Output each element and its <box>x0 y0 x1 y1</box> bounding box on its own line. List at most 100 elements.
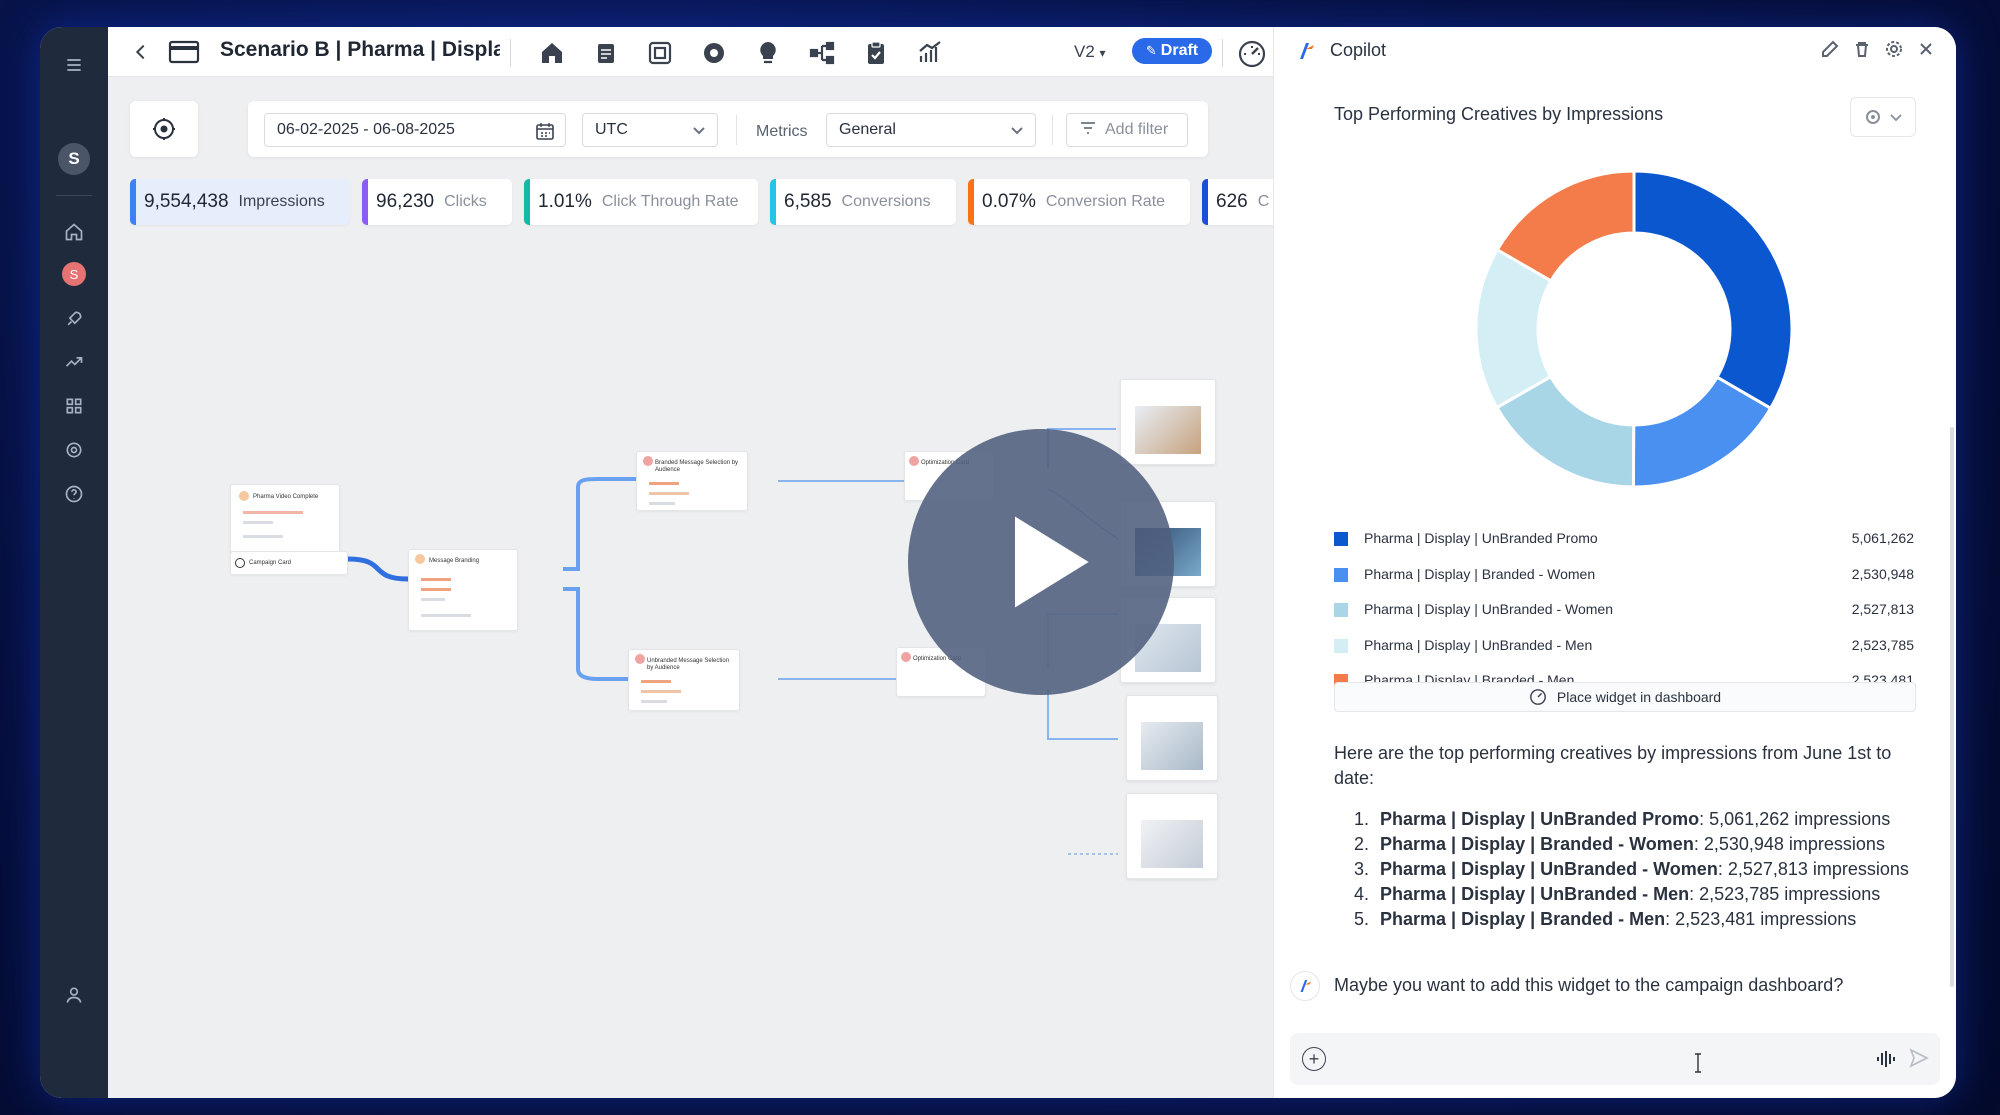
chart-tool-icon[interactable] <box>916 39 944 67</box>
node-row <box>421 598 445 601</box>
creative-image <box>1141 820 1203 868</box>
creative-thumbnail[interactable] <box>1126 793 1218 879</box>
legend-item[interactable]: Pharma | Display | UnBranded - Men 2,523,… <box>1334 634 1914 658</box>
place-widget-button[interactable]: Place widget in dashboard <box>1334 682 1916 712</box>
date-range-value: 06-02-2025 - 06-08-2025 <box>277 121 455 138</box>
legend-item[interactable]: Pharma | Display | UnBranded - Women 2,52… <box>1334 598 1914 622</box>
attach-plus-button[interactable]: + <box>1302 1047 1326 1071</box>
kpi-color-bar <box>1202 179 1208 225</box>
metrics-select[interactable]: General <box>826 113 1036 147</box>
node-label: Branded Message Selection by Audience <box>655 460 739 473</box>
kpi-value: 96,230 <box>376 191 435 212</box>
chevron-down-icon <box>691 122 707 138</box>
flow-node-campaign[interactable]: Campaign Card <box>230 551 348 575</box>
video-play-button[interactable] <box>908 429 1174 695</box>
flow-node-unbranded[interactable]: Unbranded Message Selection by Audience <box>628 649 740 711</box>
legend-value: 2,527,813 <box>1851 601 1914 617</box>
profile-icon[interactable] <box>62 983 86 1007</box>
home-icon[interactable] <box>62 220 86 244</box>
creative-thumbnail[interactable] <box>1126 695 1218 781</box>
node-row <box>243 535 283 538</box>
calendar-icon[interactable] <box>535 121 555 141</box>
date-range-field[interactable]: 06-02-2025 - 06-08-2025 <box>264 113 566 147</box>
menu-icon[interactable] <box>62 53 86 77</box>
flow-node-video[interactable]: Pharma Video Complete <box>230 484 340 554</box>
kpi-impressions[interactable]: 9,554,438 Impressions <box>130 179 350 225</box>
add-filter-button[interactable]: Add filter <box>1066 113 1188 147</box>
flow-node-branded[interactable]: Branded Message Selection by Audience <box>636 451 748 511</box>
legend-value: 2,530,948 <box>1851 565 1914 582</box>
node-row <box>641 680 671 683</box>
chat-input[interactable]: + <box>1290 1033 1940 1085</box>
widget-options-button[interactable] <box>1850 97 1916 137</box>
node-row <box>649 482 679 485</box>
kpi-cost[interactable]: 626 C <box>1202 179 1274 225</box>
kpi-label: Conversions <box>841 193 931 210</box>
kpi-label: C <box>1257 193 1270 210</box>
lightbulb-tool-icon[interactable] <box>754 39 782 67</box>
flow-tool-icon[interactable] <box>808 39 836 67</box>
node-row <box>421 614 471 617</box>
node-status-icon <box>239 491 249 501</box>
kpi-value: 1.01% <box>538 191 592 212</box>
kpi-conversion-rate[interactable]: 0.07% Conversion Rate <box>968 179 1190 225</box>
workspace-badge[interactable]: S <box>62 262 86 286</box>
scenario-title[interactable]: Scenario B | Pharma | Display <box>220 38 500 62</box>
node-status-icon <box>901 652 911 662</box>
creative-thumbnail[interactable] <box>1120 379 1216 465</box>
kpi-ctr[interactable]: 1.01% Click Through Rate <box>524 179 758 225</box>
message-list-item: 2. Pharma | Display | Branded - Women: 2,… <box>1334 832 1934 857</box>
draft-badge[interactable]: ✎ Draft <box>1132 38 1212 64</box>
voice-icon[interactable] <box>1874 1047 1898 1071</box>
flow-node-branding[interactable]: Message Branding <box>408 549 518 631</box>
grid-icon[interactable] <box>62 394 86 418</box>
kpi-value: 6,585 <box>784 191 832 212</box>
node-label: Unbranded Message Selection by Audience <box>647 658 730 671</box>
widget-title: Top Performing Creatives by Impressions <box>1334 104 1664 124</box>
main-area: Scenario B | Pharma | Display V2 ▾ ✎ Dra… <box>108 27 1274 1098</box>
gauge-icon[interactable] <box>1236 37 1268 69</box>
pencil-icon: ✎ <box>1145 43 1157 58</box>
frame-tool-icon[interactable] <box>646 39 674 67</box>
clipboard-tool-icon[interactable] <box>862 39 890 67</box>
user-avatar[interactable]: S <box>58 143 90 175</box>
timezone-select[interactable]: UTC <box>582 113 718 147</box>
app-window: S S Scenario B | Pharma | Display V2 ▾ ✎… <box>40 27 1956 1098</box>
kpi-color-bar <box>968 179 974 225</box>
close-icon[interactable] <box>1916 39 1936 59</box>
rocket-icon[interactable] <box>62 307 86 331</box>
kpi-conversions[interactable]: 6,585 Conversions <box>770 179 956 225</box>
send-icon[interactable] <box>1908 1047 1930 1069</box>
view-settings-button[interactable] <box>130 101 198 157</box>
copilot-scrollbar[interactable] <box>1950 427 1954 987</box>
help-icon[interactable] <box>62 482 86 506</box>
donut-slice[interactable] <box>1632 169 1794 411</box>
back-icon[interactable] <box>130 41 152 63</box>
kpi-clicks[interactable]: 96,230 Clicks <box>362 179 512 225</box>
rail-divider <box>56 195 92 196</box>
donut-chart[interactable] <box>1464 159 1804 499</box>
chevron-down-icon: ▾ <box>1099 46 1106 60</box>
version-selector[interactable]: V2 ▾ <box>1074 42 1106 62</box>
kpi-value: 626 <box>1216 191 1248 212</box>
legend-swatch <box>1334 567 1348 582</box>
place-widget-label: Place widget in dashboard <box>1556 689 1722 705</box>
legend-item[interactable]: Pharma | Display | UnBranded Promo 5,061,… <box>1334 527 1914 551</box>
settings-icon[interactable] <box>62 438 86 462</box>
message-list-item: 1. Pharma | Display | UnBranded Promo: 5,… <box>1334 807 1934 832</box>
edit-icon[interactable] <box>1820 39 1840 59</box>
node-row <box>243 511 303 514</box>
timezone-value: UTC <box>595 121 628 138</box>
copilot-avatar <box>1290 971 1320 1001</box>
node-status-icon <box>235 558 245 568</box>
node-row <box>649 492 689 495</box>
gear-icon[interactable] <box>1884 39 1904 59</box>
calendar-tool-icon[interactable] <box>592 39 620 67</box>
trend-icon[interactable] <box>62 350 86 374</box>
legend-item[interactable]: Pharma | Display | Branded - Women 2,530,… <box>1334 563 1914 587</box>
legend-swatch <box>1334 603 1348 617</box>
target-tool-icon[interactable] <box>700 39 728 67</box>
play-icon <box>1015 516 1089 608</box>
home-tool-icon[interactable] <box>538 39 566 67</box>
trash-icon[interactable] <box>1852 39 1872 59</box>
